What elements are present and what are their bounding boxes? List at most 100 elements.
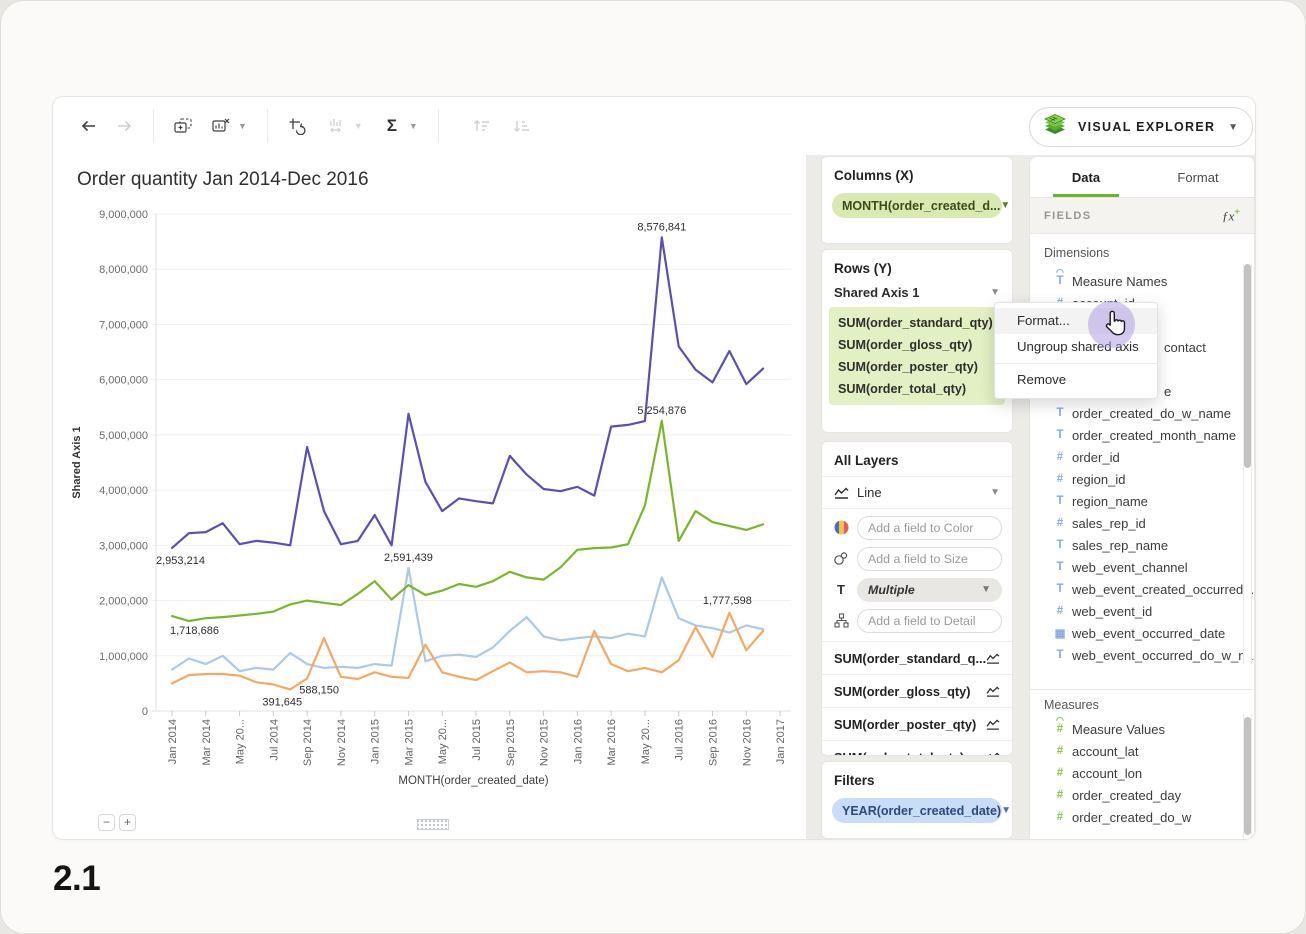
color-encoding-row: Add a field to Color (832, 515, 1002, 540)
field-type-icon: # (1052, 723, 1068, 735)
text-icon: T (832, 582, 850, 597)
zoom-out-button[interactable]: − (98, 814, 115, 831)
chevron-down-icon[interactable]: ▼ (1000, 200, 1010, 211)
field-type-icon: # (1052, 767, 1068, 779)
layer-row[interactable]: SUM(order_total_qty) (822, 741, 1012, 756)
dimension-field-row[interactable]: # sales_rep_id (1030, 512, 1254, 534)
x-tick-label: Mar 2014 (201, 719, 213, 765)
layer-row[interactable]: SUM(order_standard_q... (822, 642, 1012, 675)
field-type-icon: # (1052, 605, 1068, 617)
field-label: web_event_id (1072, 604, 1152, 619)
color-icon (832, 520, 850, 535)
sort-ascending-icon[interactable] (467, 111, 497, 141)
detail-field-dropzone[interactable]: Add a field to Detail (857, 609, 1002, 633)
field-label: order_id (1072, 450, 1120, 465)
explorer-cube-icon (1042, 112, 1068, 143)
columns-field-pill[interactable]: MONTH(order_created_d... ▼ (832, 193, 1002, 218)
filter-field-pill[interactable]: YEAR(order_created_date) ▼ (832, 798, 1002, 823)
rows-field-pill[interactable]: SUM(order_gloss_qty) (829, 334, 1005, 356)
chart-type-dropdown[interactable]: Line ▼ (822, 476, 1012, 509)
dimension-field-row[interactable]: T order_created_month_name (1030, 424, 1254, 446)
remove-chart-icon[interactable] (206, 111, 236, 141)
menu-item-ungroup-shared-axis[interactable]: Ungroup shared axis (995, 334, 1157, 360)
x-axis-title: MONTH(order_created_date) (398, 775, 548, 787)
measure-field-row[interactable]: # order_created_day (1030, 784, 1254, 806)
scrollbar-thumb[interactable] (1244, 264, 1251, 468)
fields-header-label: FIELDS (1044, 210, 1092, 222)
dimensions-scrollbar[interactable] (1243, 264, 1252, 664)
dimension-field-row[interactable]: ▦ web_event_occurred_date (1030, 622, 1254, 644)
visual-explorer-button[interactable]: VISUAL EXPLORER ▼ (1029, 107, 1253, 147)
dimension-field-row[interactable]: T web_event_channel (1030, 556, 1254, 578)
x-tick-label: Jan 2014 (167, 719, 179, 764)
measure-field-row[interactable]: # Measure Values (1030, 718, 1254, 740)
series-line-SUM(order_total_qty)[interactable] (172, 237, 763, 548)
tab-data[interactable]: Data (1030, 157, 1142, 197)
forward-arrow-icon[interactable] (109, 111, 139, 141)
measure-field-row[interactable]: # account_lon (1030, 762, 1254, 784)
x-tick-label: Jan 2017 (775, 719, 787, 764)
dimension-field-row[interactable]: # region_id (1030, 468, 1254, 490)
field-type-icon: T (1052, 495, 1068, 507)
dimension-field-row[interactable]: T Measure Names (1030, 270, 1254, 292)
measures-scrollbar[interactable] (1243, 714, 1252, 839)
dimension-field-row[interactable]: T region_name (1030, 490, 1254, 512)
layer-row[interactable]: SUM(order_gloss_qty) (822, 675, 1012, 708)
layer-row[interactable]: SUM(order_poster_qty) (822, 708, 1012, 741)
duplicate-chart-icon[interactable] (168, 111, 198, 141)
dimension-field-row[interactable]: T sales_rep_name (1030, 534, 1254, 556)
bar-size-icon[interactable] (322, 111, 352, 141)
size-field-dropzone[interactable]: Add a field to Size (857, 547, 1002, 571)
screenshot-frame: ▼ ▼ Σ ▼ (0, 0, 1306, 934)
field-type-icon: # (1052, 517, 1068, 529)
measures-header: Measures (1030, 696, 1254, 714)
layer-field-label: SUM(order_standard_q... (834, 651, 986, 666)
chevron-down-icon[interactable]: ▼ (238, 121, 247, 131)
measure-field-row[interactable]: # order_created_do_w (1030, 806, 1254, 828)
resize-drag-handle[interactable] (417, 819, 449, 830)
rows-field-pill[interactable]: SUM(order_standard_qty) (829, 312, 1005, 334)
y-tick-label: 7,000,000 (99, 319, 148, 331)
series-line-SUM(order_poster_qty)[interactable] (172, 613, 763, 690)
rows-field-pill[interactable]: SUM(order_poster_qty) (829, 356, 1005, 378)
series-line-SUM(order_standard_qty)[interactable] (172, 421, 763, 621)
line-chart[interactable]: 01,000,0002,000,0003,000,0004,000,0005,0… (53, 155, 807, 839)
chevron-down-icon[interactable]: ▼ (1001, 805, 1011, 816)
menu-item-remove[interactable]: Remove (995, 367, 1157, 393)
back-arrow-icon[interactable] (73, 111, 103, 141)
dimension-field-row[interactable]: T order_created_do_w_name (1030, 402, 1254, 424)
chevron-down-icon[interactable]: ▼ (990, 487, 1000, 498)
rows-field-pill[interactable]: SUM(order_total_qty) (829, 378, 1005, 400)
field-label: region_id (1072, 472, 1126, 487)
chevron-down-icon[interactable]: ▼ (354, 121, 363, 131)
dimension-field-row[interactable]: # web_event_id (1030, 600, 1254, 622)
sort-descending-icon[interactable] (507, 111, 537, 141)
scrollbar-thumb[interactable] (1244, 717, 1251, 835)
add-formula-icon[interactable]: ƒx+ (1222, 207, 1240, 224)
chevron-down-icon[interactable]: ▼ (981, 584, 991, 595)
zoom-in-button[interactable]: + (119, 814, 136, 831)
dimension-field-row[interactable]: # order_id (1030, 446, 1254, 468)
y-tick-label: 3,000,000 (99, 540, 148, 552)
chevron-down-icon[interactable]: ▼ (990, 287, 1000, 298)
shared-axis-field-group: SUM(order_standard_qty) SUM(order_gloss_… (829, 307, 1005, 405)
field-label: sales_rep_id (1072, 516, 1146, 531)
tab-format[interactable]: Format (1142, 157, 1254, 197)
dimension-field-row[interactable]: T web_event_occurred_do_w_na... (1030, 644, 1254, 666)
line-chart-icon (986, 653, 1000, 664)
line-chart-icon (986, 719, 1000, 730)
color-field-dropzone[interactable]: Add a field to Color (857, 516, 1002, 540)
line-chart-icon (834, 487, 849, 499)
data-point-label: 5,254,876 (637, 405, 686, 417)
chevron-down-icon[interactable]: ▼ (409, 121, 418, 131)
toolbar-divider (153, 109, 154, 143)
text-field-dropdown[interactable]: Multiple ▼ (857, 578, 1002, 602)
aggregate-sigma-icon[interactable]: Σ (377, 111, 407, 141)
all-layers-title: All Layers (822, 442, 1012, 468)
x-tick-label: May 20... (437, 719, 449, 764)
y-tick-label: 5,000,000 (99, 430, 148, 442)
measure-field-row[interactable]: # account_lat (1030, 740, 1254, 762)
dimension-field-row[interactable]: T web_event_created_occurred... (1030, 578, 1254, 600)
shared-axis-dropdown[interactable]: Shared Axis 1 ▼ (822, 276, 1012, 307)
swap-axes-icon[interactable] (282, 111, 312, 141)
